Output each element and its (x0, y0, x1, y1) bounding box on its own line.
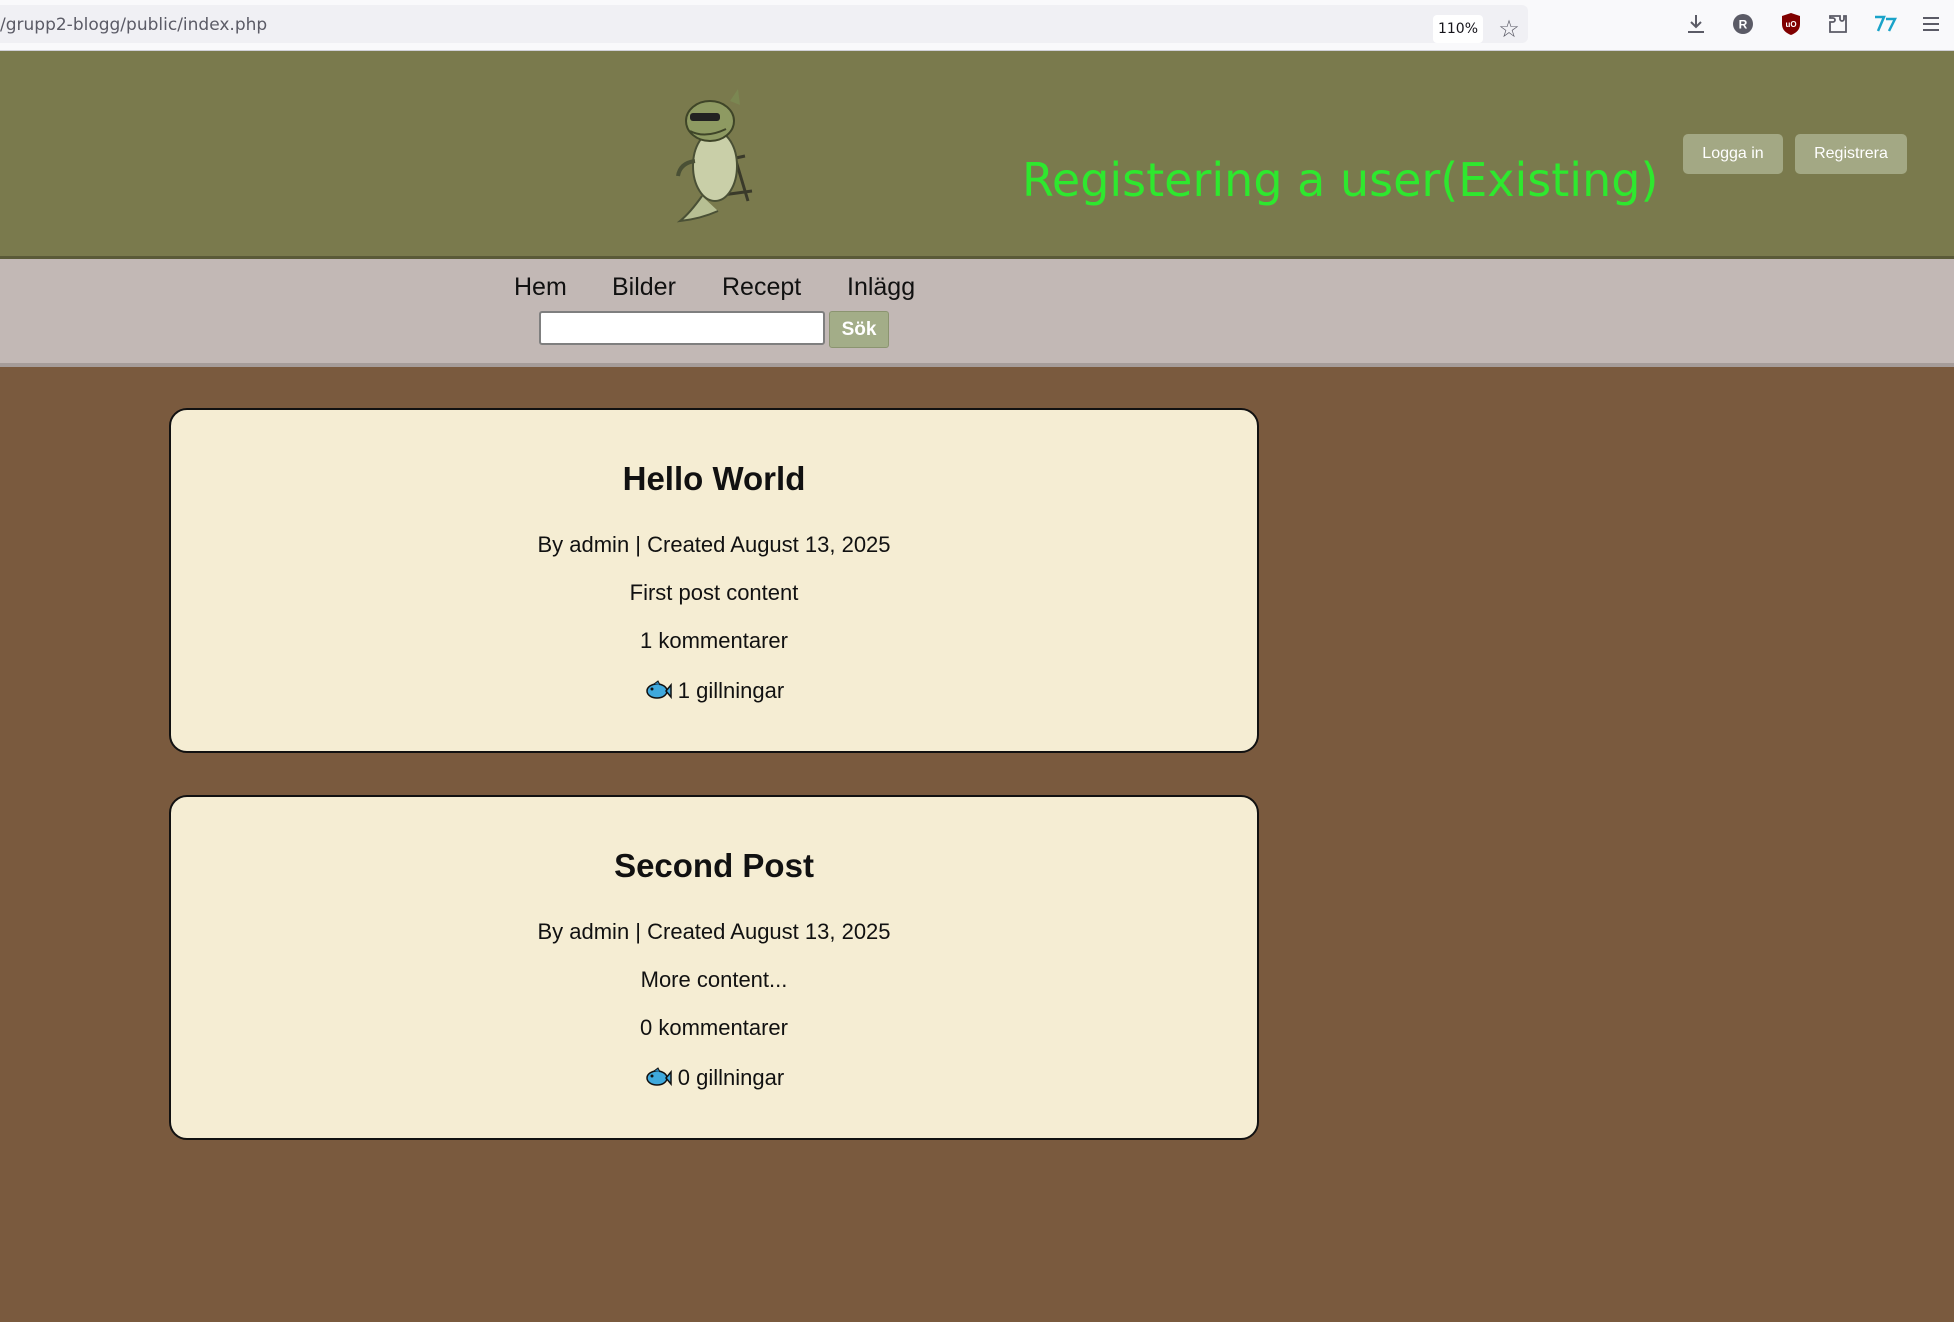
site-logo (660, 81, 760, 226)
svg-text:R: R (1739, 18, 1748, 32)
register-button[interactable]: Registrera (1795, 134, 1907, 174)
url-text: /grupp2-blogg/public/index.php (0, 15, 268, 35)
post-card: Hello World By admin | Created August 13… (169, 408, 1259, 753)
post-comments-count[interactable]: 0 kommentarer (171, 1015, 1257, 1041)
nav-item-inlagg[interactable]: Inlägg (847, 273, 915, 302)
browser-toolbar: /grupp2-blogg/public/index.php 110% ☆ R … (0, 0, 1954, 51)
post-likes: 1 gillningar (171, 678, 1257, 704)
post-meta: By admin | Created August 13, 2025 (537, 919, 891, 944)
fish-icon[interactable] (644, 1066, 672, 1090)
url-bar[interactable]: /grupp2-blogg/public/index.php 110% ☆ (0, 5, 1528, 43)
nav-item-bilder[interactable]: Bilder (612, 273, 676, 302)
fish-icon[interactable] (644, 679, 672, 703)
extensions-icon[interactable] (1823, 9, 1853, 39)
download-icon[interactable] (1681, 9, 1711, 39)
post-card: Second Post By admin | Created August 13… (169, 795, 1259, 1140)
search-input[interactable] (539, 311, 825, 345)
nav-item-recept[interactable]: Recept (722, 273, 801, 302)
page-title: Registering a user(Existing) (1022, 153, 1659, 207)
search-button[interactable]: Sök (829, 311, 889, 348)
zoom-indicator[interactable]: 110% (1433, 15, 1483, 43)
site-header: Registering a user(Existing) Logga in Re… (0, 51, 1954, 259)
post-likes-count: 0 gillningar (677, 1065, 785, 1090)
svg-text:uO: uO (1785, 20, 1796, 29)
main-nav: Hem Bilder Recept Inlägg Sök (0, 259, 1954, 367)
post-likes-count: 1 gillningar (677, 678, 785, 703)
post-meta: By admin | Created August 13, 2025 (537, 532, 891, 557)
post-likes: 0 gillningar (171, 1065, 1257, 1091)
profile-icon[interactable]: R (1728, 9, 1758, 39)
login-button[interactable]: Logga in (1683, 134, 1783, 174)
post-content: First post content (629, 580, 799, 605)
nav-item-hem[interactable]: Hem (514, 273, 567, 302)
post-content: More content... (640, 967, 788, 992)
post-title[interactable]: Second Post (171, 847, 1257, 885)
post-comments-count[interactable]: 1 kommentarer (171, 628, 1257, 654)
translate-icon[interactable] (1870, 9, 1900, 39)
post-title[interactable]: Hello World (171, 460, 1257, 498)
menu-icon[interactable] (1916, 9, 1946, 39)
star-icon[interactable]: ☆ (1494, 13, 1524, 45)
ublock-icon[interactable]: uO (1776, 9, 1806, 39)
